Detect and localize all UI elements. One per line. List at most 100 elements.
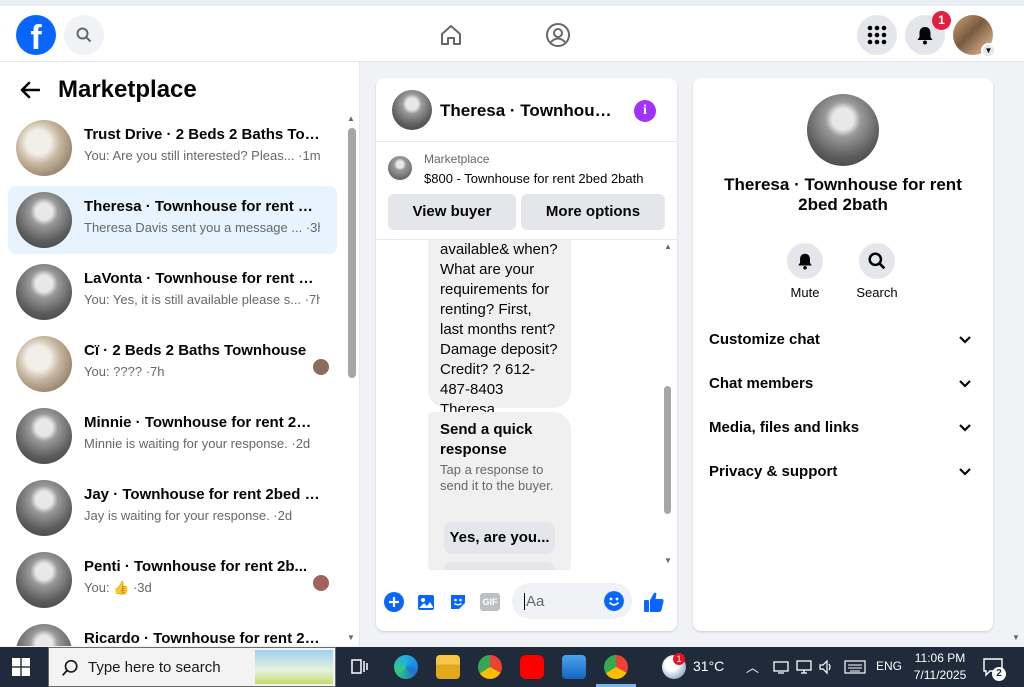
message-input-placeholder: Aa [524, 593, 545, 610]
chat-avatar[interactable] [392, 90, 432, 130]
sticker-button[interactable] [447, 591, 469, 613]
conversation-item-active[interactable]: Theresa · Townhouse for rent 2b... There… [8, 186, 337, 254]
privacy-support-row[interactable]: Privacy & support [709, 452, 977, 492]
conversation-name: Cï · 2 Beds 2 Baths Townhouse [84, 342, 307, 359]
customize-chat-row[interactable]: Customize chat [709, 320, 977, 360]
plus-circle-icon [384, 592, 404, 612]
search-circle [859, 243, 895, 279]
search-button[interactable] [64, 15, 104, 55]
scroll-up-arrow[interactable]: ▲ [664, 242, 672, 251]
taskbar-clock[interactable]: 11:06 PM 7/11/2025 [912, 650, 968, 684]
display-icon[interactable] [796, 659, 812, 675]
chat-panel: Theresa · Townhouse for rent 2bed 2bath … [376, 78, 677, 631]
conversation-name: LaVonta · Townhouse for rent 2b... [84, 270, 320, 287]
conversation-name: Theresa · Townhouse for rent 2b... [84, 198, 320, 215]
conversation-avatar [16, 624, 72, 646]
conversation-item[interactable]: Jay · Townhouse for rent 2bed 2... Jay i… [8, 474, 337, 542]
photo-button[interactable] [415, 591, 437, 613]
view-buyer-button[interactable]: View buyer [388, 194, 516, 230]
quick-response-title: Send a quick response [440, 421, 533, 458]
arrow-left-icon [20, 81, 40, 99]
keyboard-icon[interactable] [844, 660, 866, 674]
volume-icon[interactable] [818, 659, 834, 675]
conversation-item[interactable]: Trust Drive · 2 Beds 2 Baths Tow... You:… [8, 114, 337, 182]
groups-icon [546, 23, 570, 47]
row-label: Customize chat [709, 331, 820, 348]
mute-button[interactable]: Mute [775, 243, 835, 300]
conversation-item[interactable]: Penti · Townhouse for rent 2b... You: 👍 … [8, 546, 337, 614]
gif-button[interactable]: GIF [479, 591, 501, 613]
quick-response-subtitle: Tap a response to send it to the buyer. [440, 462, 554, 493]
chevron-down-icon [959, 336, 971, 344]
quick-reply-button[interactable]: Yes, are you... [444, 522, 555, 554]
language-indicator[interactable]: ENG [876, 659, 902, 673]
notifications-button[interactable]: 1 [905, 11, 951, 55]
conversation-item[interactable]: Minnie · Townhouse for rent 2be... Minni… [8, 402, 337, 470]
conversation-item[interactable]: LaVonta · Townhouse for rent 2b... You: … [8, 258, 337, 326]
home-icon [441, 25, 461, 45]
notification-badge: 1 [932, 11, 951, 30]
conversation-snippet: You: Are you still interested? Pleas... … [84, 148, 320, 163]
chat-members-row[interactable]: Chat members [709, 364, 977, 404]
chrome-profile-icon[interactable] [478, 655, 502, 679]
quick-reply-button[interactable] [444, 562, 555, 570]
menu-button[interactable] [857, 15, 897, 55]
groups-button[interactable] [543, 20, 573, 50]
youtube-icon[interactable] [520, 655, 544, 679]
chevron-down-icon: ▼ [981, 43, 996, 58]
page-scroll-down-arrow[interactable]: ▼ [1012, 633, 1020, 642]
profile-avatar[interactable]: ▼ [953, 15, 996, 58]
received-message: available& when? What are your requireme… [428, 240, 571, 418]
conversation-item[interactable]: Cï · 2 Beds 2 Baths Townhouse You: ???? … [8, 330, 337, 398]
emoji-icon[interactable] [604, 591, 624, 611]
facebook-logo[interactable]: f [16, 15, 56, 55]
info-icon[interactable]: i [634, 100, 656, 122]
conversation-avatar [16, 192, 72, 248]
back-button[interactable] [20, 78, 44, 102]
photos-app-icon[interactable] [562, 655, 586, 679]
task-view-icon[interactable] [350, 657, 370, 677]
row-label: Chat members [709, 375, 814, 392]
sidebar-scrollbar[interactable] [348, 128, 356, 378]
sidebar-header: Marketplace [20, 76, 197, 104]
conversation-snippet: You: 👍 ·3d [84, 580, 152, 595]
add-button[interactable] [383, 591, 405, 613]
listing-description[interactable]: $800 - Townhouse for rent 2bed 2bath [424, 171, 643, 186]
clock-date: 7/11/2025 [913, 668, 967, 682]
chat-title[interactable]: Theresa · Townhouse for rent 2bed 2bath [440, 101, 620, 121]
scroll-down-arrow[interactable]: ▼ [664, 556, 672, 565]
chevron-up-icon[interactable]: ︿ [746, 657, 759, 676]
network-icon[interactable] [773, 659, 789, 675]
search-in-chat-button[interactable]: Search [847, 243, 907, 300]
chrome-icon[interactable] [604, 655, 628, 679]
search-icon [62, 659, 78, 676]
message-input[interactable]: Aa [512, 583, 632, 619]
listing-thumbnail [388, 156, 412, 180]
file-explorer-icon[interactable] [436, 655, 460, 679]
search-icon [868, 252, 886, 270]
conversation-name: Penti · Townhouse for rent 2b... [84, 558, 308, 575]
like-button[interactable] [643, 591, 665, 613]
conversation-avatar [16, 480, 72, 536]
windows-start-icon[interactable] [12, 658, 30, 676]
bell-icon [798, 253, 812, 270]
scroll-up-arrow[interactable]: ▲ [347, 114, 355, 123]
message-composer: GIF Aa [376, 578, 677, 631]
bell-icon [917, 27, 933, 45]
weather-badge: 1 [673, 653, 685, 665]
taskbar-search-placeholder: Type here to search [88, 659, 221, 676]
conversation-avatar [16, 552, 72, 608]
more-options-button[interactable]: More options [521, 194, 665, 230]
message-thread: available& when? What are your requireme… [376, 240, 677, 570]
taskbar-search-box[interactable]: Type here to search [48, 647, 336, 687]
edge-browser-icon[interactable] [394, 655, 418, 679]
conversation-item[interactable]: Ricardo · Townhouse for rent 2b... [8, 618, 337, 646]
conversation-snippet: You: Yes, it is still available please s… [84, 292, 320, 307]
home-button[interactable] [436, 20, 466, 50]
info-avatar [807, 94, 879, 166]
media-files-links-row[interactable]: Media, files and links [709, 408, 977, 448]
scroll-down-arrow[interactable]: ▼ [347, 633, 355, 642]
conversation-snippet: You: ???? ·7h [84, 364, 165, 379]
chat-scrollbar[interactable] [664, 386, 671, 514]
sticker-icon [451, 595, 465, 609]
